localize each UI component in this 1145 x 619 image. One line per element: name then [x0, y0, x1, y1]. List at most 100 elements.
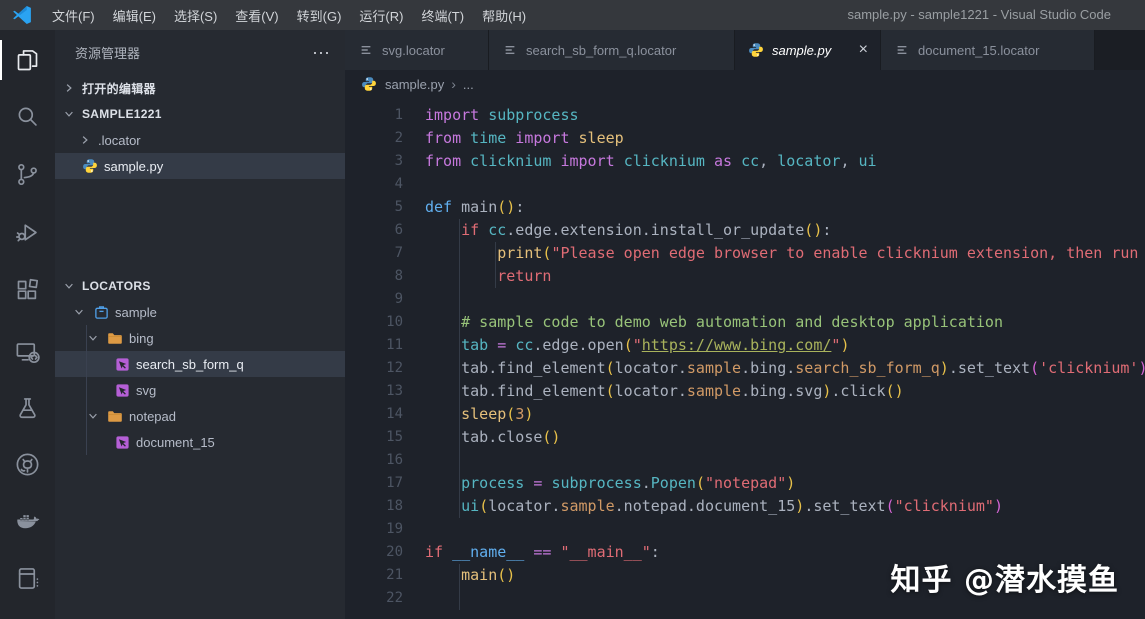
chevron-down-icon[interactable] [85, 410, 101, 422]
tab-search-sb-form-q-locator[interactable]: search_sb_form_q.locator [489, 30, 735, 70]
code-text: tab.close() [425, 428, 561, 446]
breadcrumb-ellipsis[interactable]: ... [463, 77, 474, 92]
code-line[interactable]: 8 return [345, 265, 1145, 288]
line-number: 10 [386, 314, 403, 330]
test-flask-icon[interactable] [0, 384, 55, 432]
tree-item-label: 打开的编辑器 [82, 81, 156, 96]
code-line[interactable]: 4 [345, 173, 1145, 196]
tab-svg-locator[interactable]: svg.locator [345, 30, 489, 70]
line-number: 21 [386, 567, 403, 583]
code-text: tab = cc.edge.open("https://www.bing.com… [461, 336, 850, 354]
tree-item-bing[interactable]: bing [55, 325, 345, 351]
menu-item[interactable]: 文件(F) [43, 3, 104, 28]
menu-item[interactable]: 运行(R) [350, 3, 412, 28]
tab-sample-py[interactable]: sample.py × [735, 30, 881, 70]
code-line[interactable]: 17 process = subprocess.Popen("notepad") [345, 472, 1145, 495]
code-line[interactable]: 18 ui(locator.sample.notepad.document_15… [345, 495, 1145, 518]
tree-item-svg[interactable]: svg [55, 377, 345, 403]
code-line[interactable]: 1 import subprocess [345, 104, 1145, 127]
tree-item-label: svg [136, 382, 157, 398]
breadcrumb-file[interactable]: sample.py [385, 77, 444, 92]
code-text: # sample code to demo web automation and… [425, 313, 1003, 331]
tree-item-sample-py[interactable]: sample.py [55, 153, 345, 179]
chevron-down-icon[interactable] [61, 108, 77, 120]
run-debug-icon[interactable] [0, 208, 55, 256]
code-line[interactable]: 10 # sample code to demo web automation … [345, 311, 1145, 334]
code-text: from time import sleep [425, 129, 624, 147]
code-text: print("Please open edge browser to enabl… [497, 244, 1145, 262]
tree-item--locator[interactable]: .locator [55, 127, 345, 153]
line-number: 19 [386, 521, 403, 537]
section-header[interactable]: LOCATORS [55, 273, 345, 299]
tree-indent-guide [86, 325, 87, 455]
chevron-right-icon[interactable] [77, 134, 93, 146]
sidebar-header: 资源管理器 ⋯ [55, 30, 345, 75]
code-line[interactable]: 13 tab.find_element(locator.sample.bing.… [345, 380, 1145, 403]
code-text: sleep(3) [461, 405, 534, 423]
code-line[interactable]: 12 tab.find_element(locator.sample.bing.… [345, 357, 1145, 380]
code-line[interactable]: 6 if cc.edge.extension.install_or_update… [345, 219, 1145, 242]
tree-item-sample[interactable]: sample [55, 299, 345, 325]
line-number: 2 [394, 130, 403, 146]
explorer-sidebar: 资源管理器 ⋯ 打开的编辑器 SAMPLE1221 .locator sample.p… [55, 30, 345, 619]
line-number: 8 [394, 268, 403, 284]
code-line[interactable]: 3 from clicknium import clicknium as cc, … [345, 150, 1145, 173]
code-text: return [497, 267, 552, 285]
code-line[interactable]: 2 from time import sleep [345, 127, 1145, 150]
code-text: if __name__ == "__main__": [425, 543, 660, 561]
tree-item-label: document_15 [136, 434, 215, 450]
list-icon [357, 43, 375, 57]
github-icon[interactable] [0, 440, 55, 488]
chevron-down-icon[interactable] [85, 332, 101, 344]
tree-item--[interactable]: 打开的编辑器 [55, 75, 345, 101]
watermark: 知乎 @潜水摸鱼 [890, 563, 1119, 598]
chevron-down-icon[interactable] [61, 280, 77, 292]
chevron-right-icon[interactable] [61, 82, 77, 94]
menu-item[interactable]: 查看(V) [226, 3, 287, 28]
list-icon [893, 43, 911, 57]
python-icon [747, 42, 765, 58]
code-text: main() [461, 566, 516, 584]
tree-item-notepad[interactable]: notepad [55, 403, 345, 429]
remote-explorer-icon[interactable] [0, 328, 55, 376]
tree-item-document-15[interactable]: document_15 [55, 429, 345, 455]
menu-item[interactable]: 帮助(H) [473, 3, 535, 28]
explorer-files-icon[interactable] [0, 36, 55, 84]
tab-bar: svg.locator search_sb_form_q.locator sampl… [345, 30, 1145, 70]
code-text: tab.find_element(locator.sample.bing.svg… [425, 382, 904, 400]
menu-item[interactable]: 选择(S) [165, 3, 226, 28]
tree-item-label: LOCATORS [82, 279, 151, 293]
tab-label: sample.py [772, 42, 832, 58]
menu-item[interactable]: 转到(G) [288, 3, 351, 28]
code-line[interactable]: 15 tab.close() [345, 426, 1145, 449]
code-line[interactable]: 9 [345, 288, 1145, 311]
source-control-icon[interactable] [0, 150, 55, 198]
code-line[interactable]: 11 tab = cc.edge.open("https://www.bing.… [345, 334, 1145, 357]
more-actions-icon[interactable]: ⋯ [312, 44, 331, 62]
line-number: 5 [394, 199, 403, 215]
code-line[interactable]: 19 [345, 518, 1145, 541]
chevron-down-icon[interactable] [71, 306, 87, 318]
line-number: 3 [394, 153, 403, 169]
tab-document-15-locator[interactable]: document_15.locator [881, 30, 1095, 70]
menu-item[interactable]: 终端(T) [412, 3, 473, 28]
tree-item-label: SAMPLE1221 [82, 107, 162, 121]
tree-item-search-sb-form-q[interactable]: search_sb_form_q [55, 351, 345, 377]
docker-icon[interactable] [0, 496, 55, 544]
tree-item-sample1221[interactable]: SAMPLE1221 [55, 101, 345, 127]
locator-icon [113, 383, 131, 398]
line-number: 22 [386, 590, 403, 606]
code-line[interactable]: 7 print("Please open edge browser to ena… [345, 242, 1145, 265]
search-icon[interactable] [0, 92, 55, 140]
close-icon[interactable]: × [857, 41, 870, 59]
list-icon [501, 43, 519, 57]
editor-group: svg.locator search_sb_form_q.locator sampl… [345, 30, 1145, 619]
tree-item-label: .locator [98, 132, 141, 148]
code-line[interactable]: 14 sleep(3) [345, 403, 1145, 426]
code-line[interactable]: 16 [345, 449, 1145, 472]
menu-item[interactable]: 编辑(E) [104, 3, 165, 28]
extensions-icon[interactable] [0, 266, 55, 314]
code-line[interactable]: 5 def main(): [345, 196, 1145, 219]
code-area[interactable]: 1 import subprocess 2 from time import slee… [345, 98, 1145, 619]
notebook-icon[interactable] [0, 554, 55, 602]
